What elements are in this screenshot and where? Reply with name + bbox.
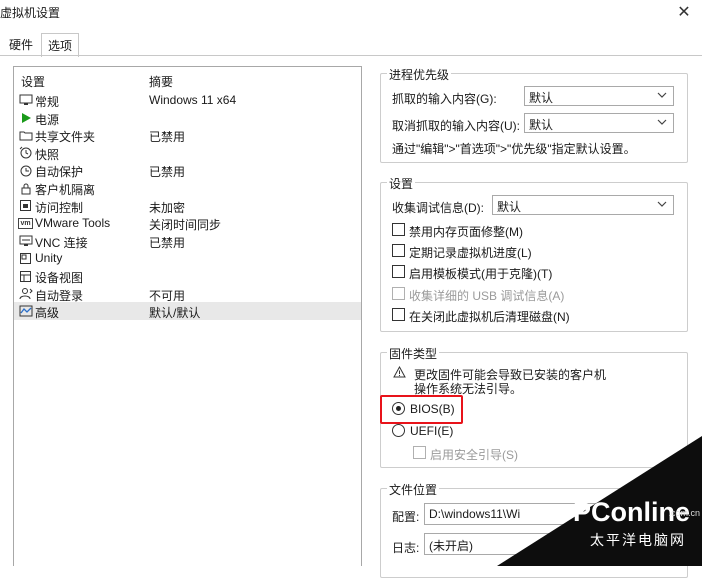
debug-info-value: 默认: [497, 200, 522, 214]
clock-icon: [18, 163, 33, 177]
list-item-snapshots[interactable]: 快照: [14, 144, 361, 162]
list-item-general[interactable]: 常规 Windows 11 x64: [14, 91, 361, 109]
list-header: 设置 摘要: [14, 70, 361, 90]
list-item-label: 高级: [35, 306, 60, 321]
list-item-autoprotect[interactable]: 自动保护 已禁用: [14, 161, 361, 179]
process-priority-legend: 进程优先级: [387, 66, 452, 83]
checkbox-label: 禁用内存页面修整(M): [409, 225, 523, 239]
checkbox-label: 定期记录虚拟机进度(L): [409, 246, 532, 260]
checkbox-box: [392, 308, 405, 321]
lock-icon: [18, 181, 33, 195]
ungrabbed-input-label: 取消抓取的输入内容(U):: [392, 119, 520, 133]
list-item-summary: 不可用: [149, 288, 186, 303]
list-item-summary: 已禁用: [149, 130, 186, 145]
list-item-vmware-tools[interactable]: vm VMware Tools 关闭时间同步: [14, 214, 361, 232]
checkbox-box: [392, 223, 405, 236]
list-item-vnc[interactable]: VNC 连接 已禁用: [14, 232, 361, 250]
list-item-label: 客户机隔离: [35, 183, 96, 197]
debug-info-label: 收集调试信息(D):: [392, 201, 484, 215]
checkbox-label: 启用模板模式(用于克隆)(T): [409, 267, 553, 281]
list-item-label: 共享文件夹: [35, 130, 96, 145]
chevron-down-icon: [657, 199, 667, 212]
list-item-power[interactable]: 电源: [14, 109, 361, 127]
title-bar: 虚拟机设置 ✕: [0, 0, 702, 24]
play-icon: [18, 111, 33, 125]
vm-icon: vm: [18, 216, 33, 230]
chevron-down-icon: [657, 117, 667, 130]
debug-info-select[interactable]: 默认: [492, 195, 674, 215]
access-icon: [18, 199, 33, 213]
highlight-box: [380, 395, 463, 424]
grabbed-input-label: 抓取的输入内容(G):: [392, 92, 497, 106]
list-item-label: VNC 连接: [35, 235, 88, 250]
radio-dot: [392, 424, 405, 437]
grabbed-input-select[interactable]: 默认: [524, 86, 674, 106]
list-item-label: 电源: [35, 112, 60, 127]
close-icon: ✕: [677, 4, 691, 21]
tab-bar: 硬件 选项: [0, 33, 702, 57]
tab-options[interactable]: 选项: [41, 33, 80, 57]
priority-hint: 通过"编辑">"首选项">"优先级"指定默认设置。: [392, 142, 636, 156]
checkbox-box: [392, 265, 405, 278]
vm-logo: vm: [18, 217, 33, 229]
list-item-guest-isolation[interactable]: 客户机隔离: [14, 179, 361, 197]
log-path-value: (未开启): [429, 539, 473, 553]
watermark-domain: .com.cn: [668, 508, 700, 518]
ungrabbed-input-value: 默认: [529, 118, 554, 132]
snapshot-icon: [18, 146, 33, 160]
checkbox-label: 收集详细的 USB 调试信息(A): [409, 289, 565, 303]
list-item-autologin[interactable]: 自动登录 不可用: [14, 285, 361, 303]
monitor-icon: [18, 93, 33, 107]
list-item-summary: 关闭时间同步: [149, 218, 222, 233]
window-title: 虚拟机设置: [0, 6, 61, 20]
list-item-label: 快照: [35, 147, 60, 162]
chevron-down-icon: [657, 90, 667, 103]
list-item-label: 自动保护: [35, 165, 84, 180]
checkbox-box: [392, 287, 405, 300]
ungrabbed-input-select[interactable]: 默认: [524, 113, 674, 133]
list-item-label: 访问控制: [35, 200, 84, 215]
list-item-access-control[interactable]: 访问控制 未加密: [14, 197, 361, 215]
column-header-summary[interactable]: 摘要: [149, 73, 173, 90]
device-view-icon: [18, 269, 33, 283]
unity-icon: [18, 251, 33, 265]
vnc-icon: [18, 234, 33, 248]
list-item-label: Unity: [35, 251, 63, 266]
user-icon: [18, 287, 33, 301]
list-item-summary: 默认/默认: [149, 306, 201, 321]
file-location-legend: 文件位置: [387, 481, 440, 498]
checkbox-box: [392, 244, 405, 257]
list-item-device-view[interactable]: 设备视图: [14, 267, 361, 285]
list-item-label: VMware Tools: [35, 216, 111, 231]
list-item-shared-folders[interactable]: 共享文件夹 已禁用: [14, 126, 361, 144]
advanced-icon: [18, 304, 33, 318]
radio-label: UEFI(E): [410, 424, 454, 438]
checkbox-box: [413, 446, 426, 459]
list-item-summary: 已禁用: [149, 165, 186, 180]
list-item-label: 常规: [35, 95, 60, 109]
close-button[interactable]: ✕: [666, 0, 702, 24]
list-item-advanced[interactable]: 高级 默认/默认: [14, 302, 361, 320]
log-label: 日志:: [392, 541, 420, 555]
column-header-setting[interactable]: 设置: [21, 73, 45, 90]
warning-icon: [393, 365, 406, 381]
list-item-label: 设备视图: [35, 271, 84, 285]
config-label: 配置:: [392, 510, 420, 524]
tab-hardware[interactable]: 硬件: [3, 33, 39, 55]
folder-icon: [18, 128, 33, 142]
checkbox-label: 在关闭此虚拟机后清理磁盘(N): [409, 310, 570, 324]
watermark-chinese: 太平洋电脑网: [590, 532, 686, 548]
list-item-label: 自动登录: [35, 288, 84, 303]
list-item-summary: Windows 11 x64: [149, 93, 237, 107]
list-item-summary: 已禁用: [149, 235, 186, 250]
settings-legend: 设置: [387, 175, 416, 192]
watermark: PConline .com.cn 太平洋电脑网: [497, 436, 702, 566]
list-item-summary: 未加密: [149, 200, 186, 215]
firmware-legend: 固件类型: [387, 345, 440, 362]
settings-list: 设置 摘要 常规 Windows 11 x64 电源 共享文件夹 已禁用 快照 …: [13, 66, 362, 566]
tab-divider: [0, 55, 702, 56]
grabbed-input-value: 默认: [529, 91, 554, 105]
list-item-unity[interactable]: Unity: [14, 249, 361, 267]
